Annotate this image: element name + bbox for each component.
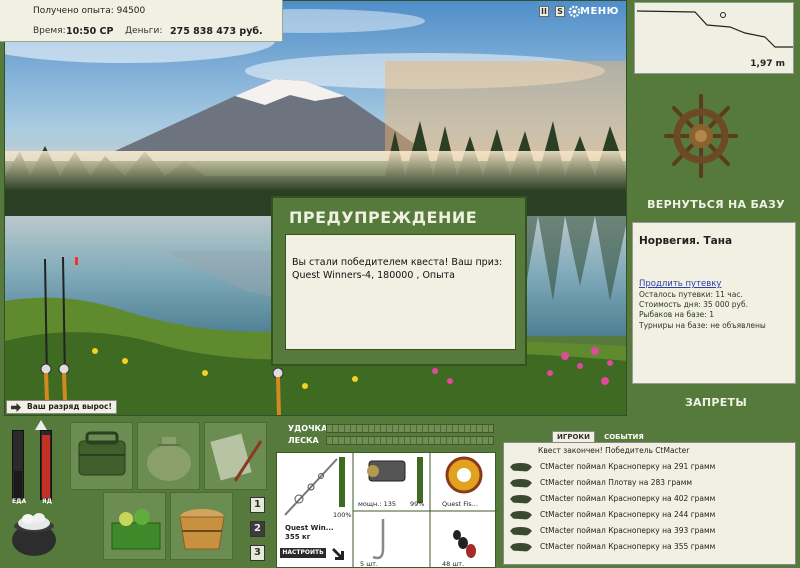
line-name: Quest Fis... (442, 500, 478, 508)
line-bar-label: ЛЕСКА (288, 436, 319, 445)
dialog-title: ПРЕДУПРЕЖДЕНИЕ (289, 208, 478, 227)
line-strength-bar (326, 436, 494, 445)
event-text: CtMacter поймал Красноперку на 244 грамм (540, 510, 716, 519)
player-stats-panel: Получено опыта: 94500 Время: 10:50 СР Де… (0, 0, 283, 42)
rod-strength-bar (326, 424, 494, 433)
poison-label: ЯД (42, 498, 52, 505)
rod-bar-label: УДОЧКА (288, 424, 328, 433)
time-value: 10:50 СР (66, 26, 114, 37)
wooden-bucket-icon (179, 509, 225, 550)
return-to-base-button[interactable]: ВЕРНУТЬСЯ НА БАЗУ (634, 198, 798, 211)
depth-value: 1,97 m (750, 59, 785, 69)
event-text: CtMacter поймал Красноперку на 355 грамм (540, 542, 716, 551)
page-button-3[interactable]: 3 (250, 545, 265, 561)
day-cost: Стоимость дня: 35 000 руб. (639, 300, 748, 309)
depth-chart: 1,97 m (634, 2, 794, 74)
fish-icon (510, 494, 532, 504)
list-item: CtMacter поймал Красноперку на 291 грамм (510, 462, 790, 475)
fish-icon (510, 510, 532, 520)
rank-up-notice[interactable]: Ваш разряд вырос! (6, 400, 117, 414)
food-label: ЕДА (12, 498, 27, 505)
menu-button[interactable]: МЕНЮ (580, 6, 619, 17)
tackle-box-slot[interactable] (70, 422, 133, 490)
rod-name-block[interactable]: Quest Win... 355 кг (285, 524, 334, 542)
xp-label: Получено опыта: (33, 6, 114, 16)
bucket-slot[interactable] (170, 492, 233, 560)
food-meter (12, 430, 24, 500)
money-label: Деньги: (125, 26, 163, 36)
location-title: Норвегия. Тана (639, 235, 733, 247)
extend-trip-link[interactable]: Продлить путевку (639, 279, 721, 289)
pause-button[interactable]: II (539, 6, 549, 17)
tournaments-info: Турниры на базе: не объявлены (639, 321, 766, 330)
fish-icon (510, 542, 532, 552)
list-item: CtMacter поймал Красноперку на 355 грамм (510, 542, 790, 555)
arrow-down-right-icon (332, 548, 344, 560)
list-item: CtMacter поймал Красноперку на 244 грамм (510, 510, 790, 523)
fishers-count: Рыбаков на базе: 1 (639, 310, 714, 319)
event-text: CtMacter поймал Красноперку на 291 грамм (540, 462, 716, 471)
hooks-count: 5 шт. (360, 560, 379, 568)
trip-remaining: Осталось путевки: 11 час. (639, 290, 743, 299)
list-item: CtMacter поймал Красноперку на 402 грамм (510, 494, 790, 507)
bans-button[interactable]: ЗАПРЕТЫ (634, 396, 798, 409)
event-text: CtMacter поймал Плотву на 283 грамм (540, 478, 693, 487)
page-button-1[interactable]: 1 (250, 497, 265, 513)
fish-icon (510, 526, 532, 536)
map-quill-icon (210, 433, 263, 482)
warning-dialog: ПРЕДУПРЕЖДЕНИЕ Вы стали победителем квес… (271, 196, 527, 366)
basket-slot[interactable] (103, 492, 166, 560)
quest-finished-line: Квест закончен! Победитель CtMacter (538, 446, 690, 455)
tune-button[interactable]: НАСТРОИТЬ (280, 548, 326, 558)
food-basket-icon (111, 509, 161, 550)
map-slot[interactable] (204, 422, 267, 490)
page-button-2[interactable]: 2 (250, 521, 265, 537)
xp-row: Получено опыта: 94500 (33, 6, 145, 16)
bait-bag-icon (147, 437, 191, 481)
base-info-panel: Норвегия. Тана Продлить путевку Осталось… (632, 222, 796, 384)
reel-power: мощн.: 135 (358, 500, 396, 508)
money-value: 275 838 473 руб. (170, 26, 263, 37)
rod-name: Quest Win... (285, 524, 334, 532)
poison-meter (40, 430, 52, 500)
sound-button[interactable]: S (555, 6, 565, 17)
ship-wheel-icon[interactable] (664, 94, 738, 178)
tackle-box-icon (78, 431, 126, 476)
arrow-right-icon (11, 403, 21, 412)
events-log: Квест закончен! Победитель CtMacter CtMa… (503, 442, 796, 565)
list-item: CtMacter поймал Красноперку на 393 грамм (510, 526, 790, 539)
rod-weight: 355 кг (285, 533, 311, 541)
events-tabs: ИГРОКИ СОБЫТИЯ (552, 424, 648, 443)
bait-bag-slot[interactable] (137, 422, 200, 490)
cauldron-icon[interactable] (8, 510, 60, 560)
fish-icon (510, 462, 532, 472)
pointer-up-icon (35, 420, 47, 430)
rank-up-text: Ваш разряд вырос! (27, 402, 112, 411)
list-item: CtMacter поймал Плотву на 283 грамм (510, 478, 790, 491)
rod-percent: 100% (333, 511, 352, 519)
event-text: CtMacter поймал Красноперку на 402 грамм (540, 494, 716, 503)
dialog-message: Вы стали победителем квеста! Ваш приз: Q… (285, 234, 516, 350)
event-text: CtMacter поймал Красноперку на 393 грамм (540, 526, 716, 535)
game-screen: Получено опыта: 94500 Время: 10:50 СР Де… (0, 0, 800, 568)
xp-value: 94500 (116, 6, 146, 16)
reel-percent: 99% (410, 500, 425, 508)
tab-events[interactable]: СОБЫТИЯ (600, 432, 648, 442)
bait-count: 48 шт. (442, 560, 465, 568)
fish-icon (510, 478, 532, 488)
time-label: Время: (33, 26, 66, 36)
